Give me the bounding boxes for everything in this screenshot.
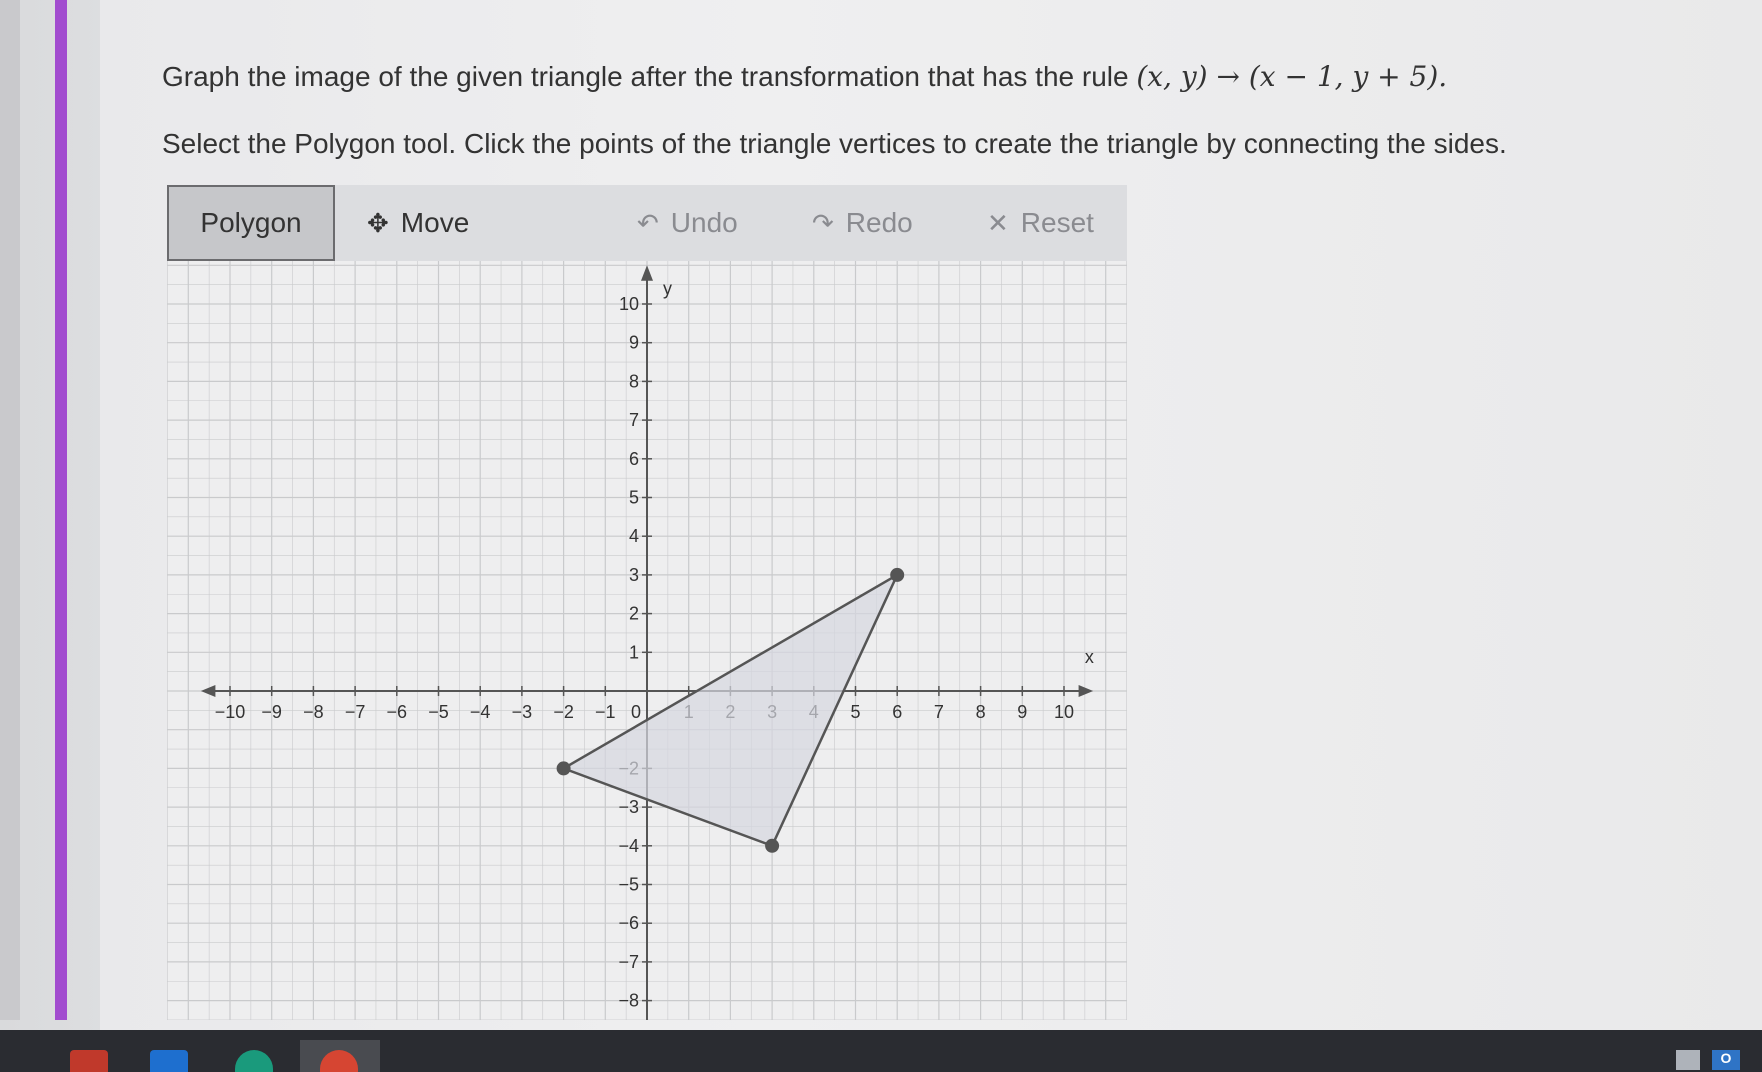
instruction-line-2: Select the Polygon tool. Click the point…: [162, 128, 1507, 159]
x-tick-label: 7: [934, 702, 944, 722]
triangle-vertex[interactable]: [890, 567, 905, 582]
x-tick-label: −2: [553, 702, 574, 722]
y-tick-label: 7: [629, 410, 639, 430]
x-tick-label: −9: [261, 702, 282, 722]
y-tick-label: 5: [629, 488, 639, 508]
tray-outlook-icon[interactable]: O: [1712, 1050, 1740, 1070]
y-tick-label: 1: [629, 642, 639, 662]
mail-icon[interactable]: [150, 1050, 188, 1072]
undo-label: Undo: [670, 207, 738, 238]
redo-button[interactable]: ↷ Redo: [812, 185, 913, 261]
undo-arrow-icon: ↶: [637, 207, 659, 238]
move-tool-button[interactable]: ✥ Move: [367, 185, 469, 261]
undo-button[interactable]: ↶ Undo: [637, 185, 738, 261]
origin-label: 0: [631, 702, 641, 722]
coordinate-plane[interactable]: x y −10 −9 −8 −7 −6 −5 −4 −3 −2 −1 1 2 3 4 5 6 7 8 9 10 10 9 8 7 6…: [167, 261, 1127, 1020]
y-tick-label: −7: [618, 952, 639, 972]
y-tick-label: −6: [618, 913, 639, 933]
x-tick-label: −1: [595, 702, 616, 722]
tray-network-icon[interactable]: [1676, 1050, 1700, 1070]
x-tick-label: −4: [470, 702, 491, 722]
window-edge: [0, 0, 20, 1020]
x-tick-label: 5: [850, 702, 860, 722]
y-tick-label: −8: [618, 991, 639, 1011]
x-tick-label: −3: [512, 702, 533, 722]
graph-toolbar: Polygon ✥ Move ↶ Undo ↷ Redo ✕ Reset: [167, 185, 1127, 261]
x-tick-label: −8: [303, 702, 324, 722]
y-tick-label: 3: [629, 565, 639, 585]
close-x-icon: ✕: [987, 207, 1009, 238]
redo-arrow-icon: ↷: [812, 207, 834, 238]
x-tick-label: 6: [892, 702, 902, 722]
triangle-vertex[interactable]: [556, 761, 571, 776]
x-tick-label: −6: [387, 702, 408, 722]
triangle-vertex[interactable]: [765, 838, 780, 853]
x-axis-label: x: [1085, 647, 1094, 667]
graph-svg[interactable]: x y −10 −9 −8 −7 −6 −5 −4 −3 −2 −1 1 2 3 4 5 6 7 8 9 10 10 9 8 7 6…: [167, 261, 1127, 1020]
x-tick-label: 8: [976, 702, 986, 722]
y-tick-label: −5: [618, 875, 639, 895]
redo-label: Redo: [845, 207, 913, 238]
y-tick-label: −3: [618, 797, 639, 817]
reset-label: Reset: [1020, 207, 1094, 238]
y-axis-arrow-up: [641, 265, 653, 281]
instruction-text: Graph the image of the given triangle af…: [162, 61, 1137, 92]
y-tick-label: 6: [629, 449, 639, 469]
y-tick-label: 8: [629, 371, 639, 391]
y-tick-label: −4: [618, 836, 639, 856]
polygon-tool-label: Polygon: [200, 207, 302, 238]
x-tick-label: −7: [345, 702, 366, 722]
x-axis-arrow-right: [1078, 685, 1094, 697]
move-arrows-icon: ✥: [367, 207, 389, 238]
x-tick-label: −5: [428, 702, 449, 722]
y-tick-label: 9: [629, 333, 639, 353]
app-icon[interactable]: [70, 1050, 108, 1072]
polygon-tool-button[interactable]: Polygon: [167, 185, 335, 261]
accent-bar: [55, 0, 67, 1020]
x-tick-label: 9: [1017, 702, 1027, 722]
x-tick-label: −10: [215, 702, 246, 722]
y-axis-label: y: [663, 278, 672, 298]
instruction-line-1: Graph the image of the given triangle af…: [162, 60, 1447, 93]
move-tool-label: Move: [400, 207, 470, 238]
x-axis-arrow-left: [200, 685, 216, 697]
y-tick-label: 4: [629, 526, 639, 546]
y-tick-label: 10: [619, 294, 639, 314]
x-tick-label: 10: [1054, 702, 1074, 722]
reset-button[interactable]: ✕ Reset: [987, 185, 1094, 261]
transformation-rule: (x, y) → (x − 1, y + 5).: [1136, 60, 1448, 93]
y-tick-label: 2: [629, 604, 639, 624]
